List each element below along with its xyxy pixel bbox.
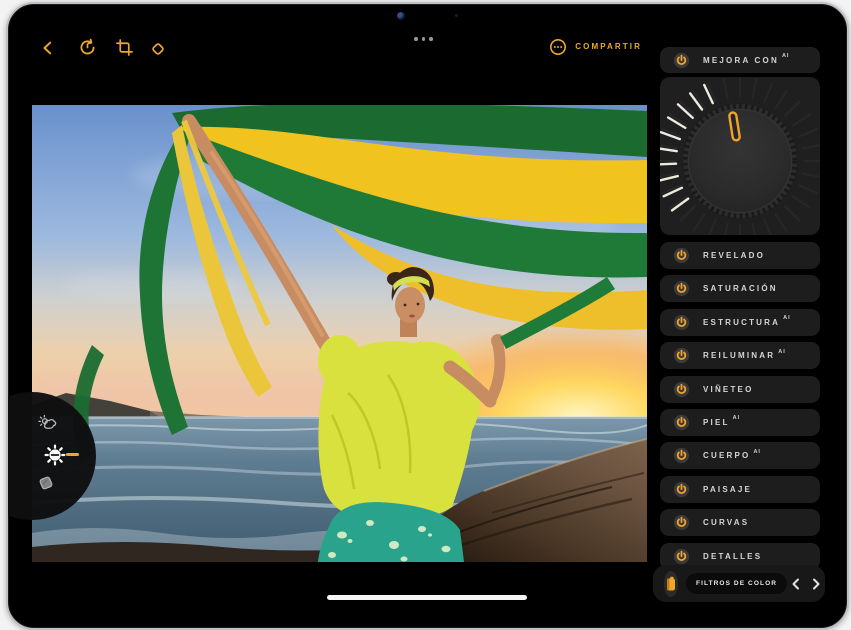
ai-badge: AI <box>783 315 791 321</box>
share-button[interactable]: COMPARTIR <box>542 42 642 51</box>
brightness-level-tick <box>66 453 79 456</box>
front-camera <box>397 12 405 20</box>
camera-sensor-dot <box>455 14 458 17</box>
ai-badge: AI <box>778 349 786 355</box>
home-indicator[interactable] <box>327 595 527 600</box>
sidebar-button-estructura[interactable]: ESTRUCTURAAI <box>660 309 820 336</box>
next-filter-button[interactable] <box>808 574 824 594</box>
sidebar-button-label: CURVAS <box>703 518 749 527</box>
power-icon <box>673 280 690 297</box>
chevron-right-icon <box>812 578 821 590</box>
back-button[interactable] <box>40 40 56 56</box>
undo-button[interactable] <box>78 38 97 57</box>
eraser-icon <box>149 40 167 58</box>
sidebar-button-reiluminar[interactable]: REILUMINARAI <box>660 342 820 369</box>
sidebar-button-label: MEJORA CON <box>703 56 779 65</box>
sun-cloud-icon <box>38 414 60 436</box>
sidebar-button-cuerpo[interactable]: CUERPOAI <box>660 442 820 469</box>
erase-button[interactable] <box>149 40 167 58</box>
ai-badge: AI <box>733 415 741 421</box>
sidebar-button-curvas[interactable]: CURVAS <box>660 509 820 536</box>
sidebar-button-label: ESTRUCTURA <box>703 318 780 327</box>
sidebar-button-paisaje[interactable]: PAISAJE <box>660 476 820 503</box>
sidebar-button-revelado[interactable]: REVELADO <box>660 242 820 269</box>
chevron-back-icon <box>40 40 56 56</box>
sidebar-button-label: DETALLES <box>703 552 762 561</box>
ai-badge: AI <box>753 449 761 455</box>
sidebar-button-piel[interactable]: PIELAI <box>660 409 820 436</box>
crop-button[interactable] <box>116 39 133 56</box>
color-filters-pill[interactable]: FILTROS DE COLOR <box>686 573 787 594</box>
undo-history-icon <box>78 38 97 57</box>
auto-adjust-button[interactable] <box>38 414 60 441</box>
sidebar-button-saturacion[interactable]: SATURACIÓN <box>660 275 820 302</box>
color-filters-label: FILTROS DE COLOR <box>696 580 777 587</box>
power-icon <box>673 414 690 431</box>
sidebar-button-mejora-con-ai[interactable]: MEJORA CON AI <box>660 47 820 73</box>
filters-tool-button[interactable] <box>35 472 57 499</box>
color-filters-bar: FILTROS DE COLOR <box>653 565 825 602</box>
enhance-dial-panel[interactable] <box>660 77 820 235</box>
sidebar-adjustments-list: REVELADOSATURACIÓNESTRUCTURAAIREILUMINAR… <box>660 242 820 576</box>
power-icon <box>673 347 690 364</box>
power-icon <box>673 247 690 264</box>
power-icon <box>673 447 690 464</box>
sidebar-button-label: REILUMINAR <box>703 351 775 360</box>
color-film-roll-icon <box>664 576 678 592</box>
previous-filter-button[interactable] <box>787 574 803 594</box>
enhance-dial[interactable] <box>660 77 820 235</box>
photo-canvas[interactable] <box>32 105 647 562</box>
crop-icon <box>116 39 133 56</box>
sidebar-button-label: PIEL <box>703 418 730 427</box>
photo-illustration <box>32 105 647 562</box>
ai-badge: AI <box>782 53 790 59</box>
chevron-left-icon <box>791 578 800 590</box>
filter-square-icon <box>35 472 57 494</box>
color-filters-toggle[interactable] <box>664 571 678 597</box>
ipad-device: COMPARTIR <box>6 2 849 630</box>
sidebar-button-label: PAISAJE <box>703 485 752 494</box>
sidebar-button-label: CUERPO <box>703 451 750 460</box>
sidebar-button-vineteo[interactable]: VIÑETEO <box>660 376 820 403</box>
filter-nav <box>787 574 824 594</box>
brightness-tool-button[interactable] <box>43 443 67 472</box>
power-icon <box>673 548 690 565</box>
sidebar-button-label: REVELADO <box>703 251 765 260</box>
page-background: COMPARTIR <box>0 0 851 630</box>
power-icon <box>673 314 690 331</box>
power-icon <box>673 381 690 398</box>
brightness-sun-icon <box>43 443 67 467</box>
sidebar-button-label: VIÑETEO <box>703 385 754 394</box>
power-icon <box>673 52 690 69</box>
power-icon <box>673 481 690 498</box>
sidebar-button-label: SATURACIÓN <box>703 284 778 293</box>
power-icon <box>673 514 690 531</box>
multitask-indicator[interactable] <box>414 37 433 41</box>
